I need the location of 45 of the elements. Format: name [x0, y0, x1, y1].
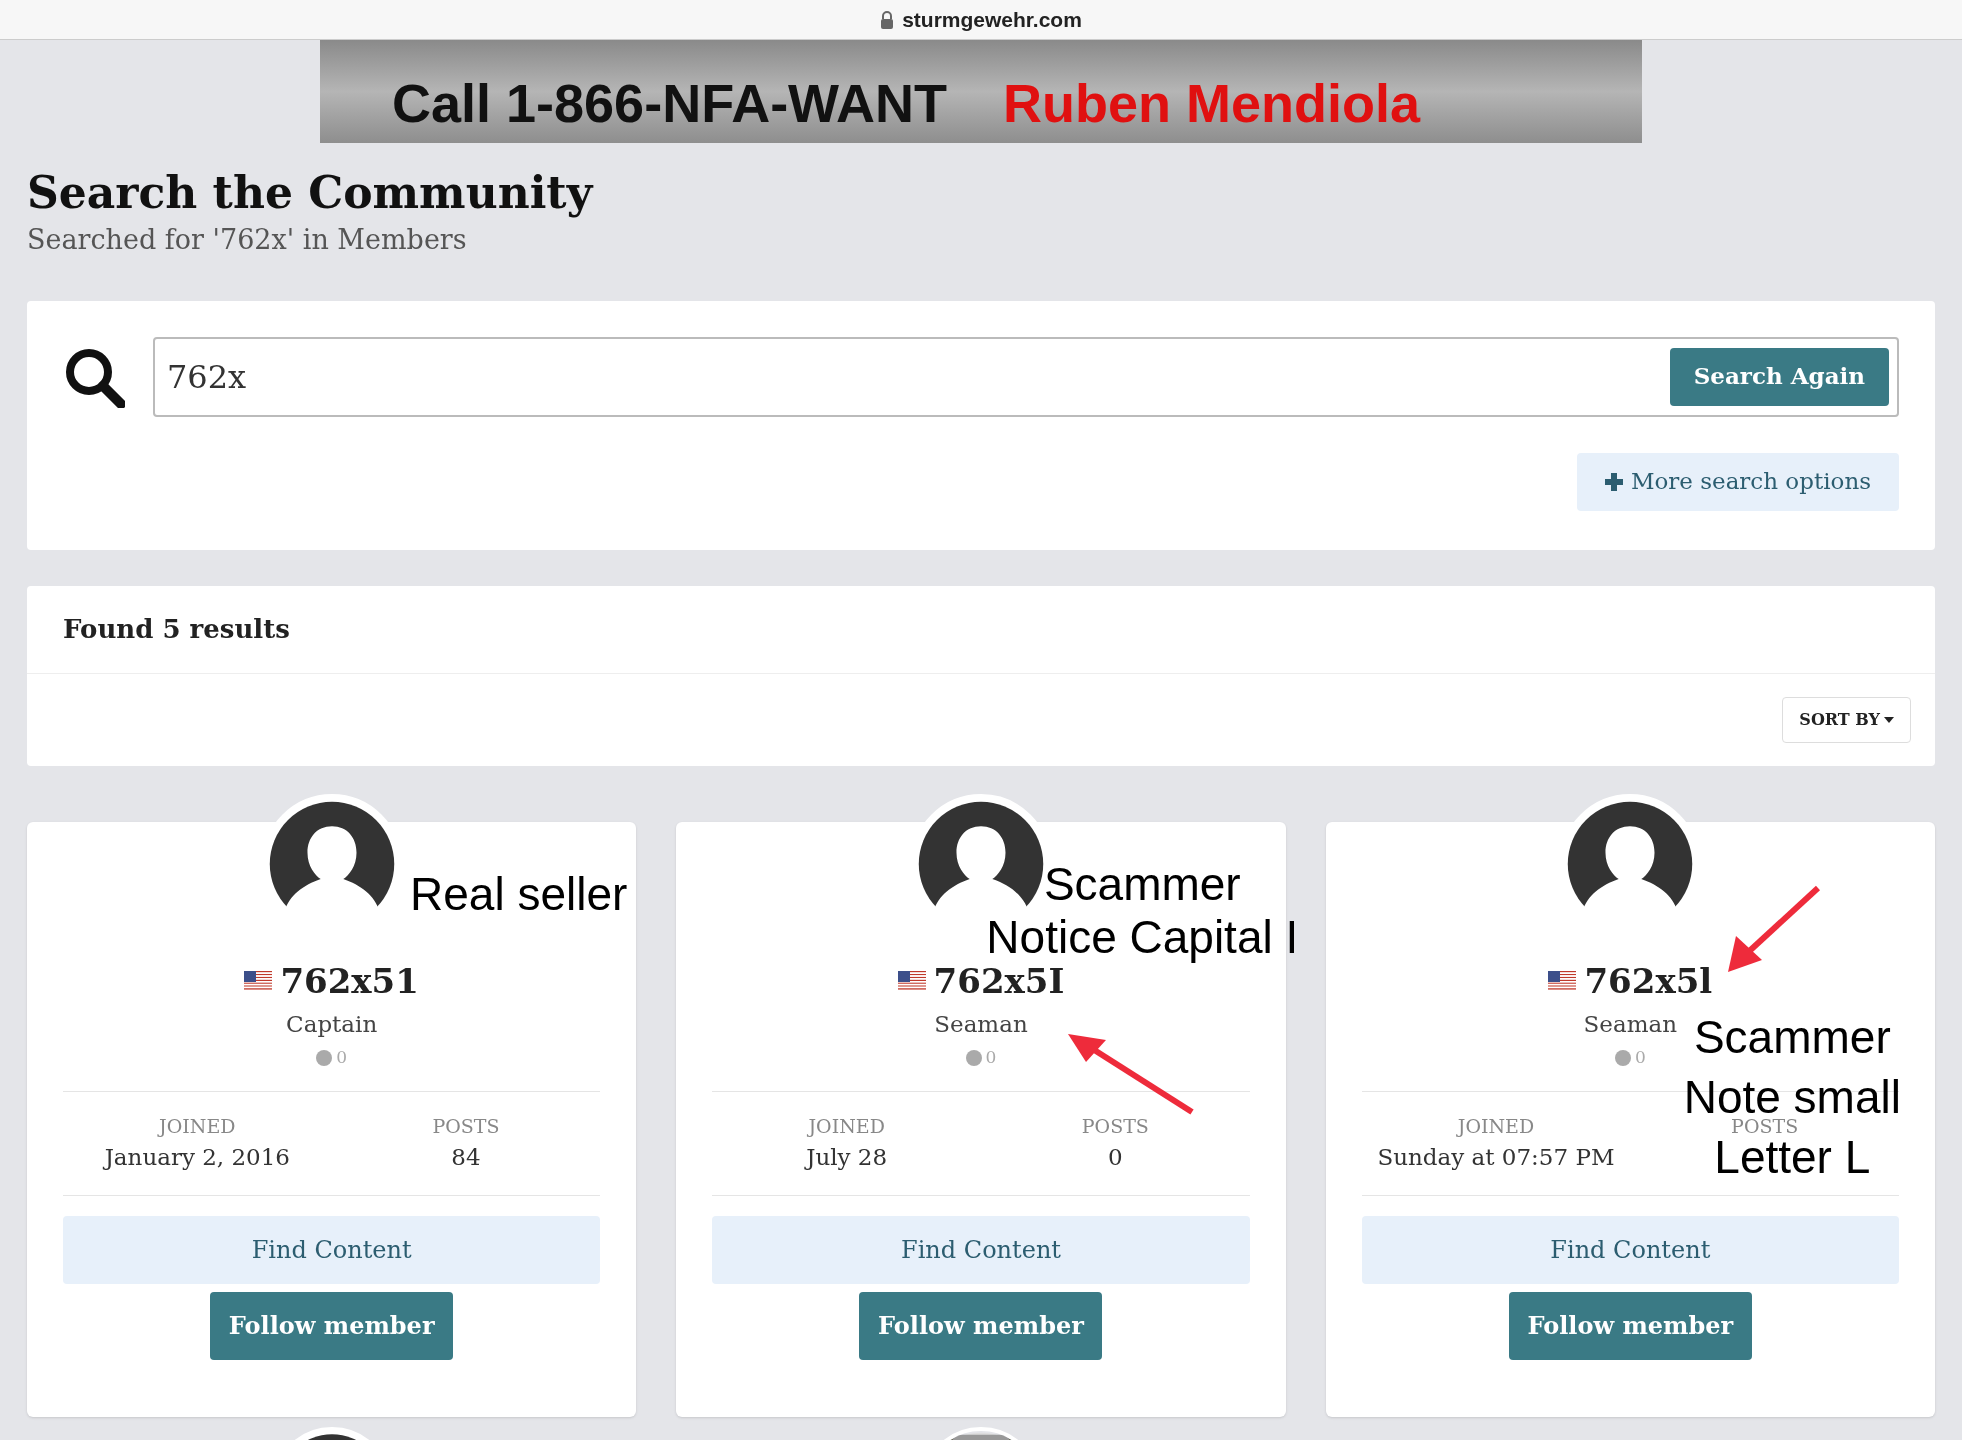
stat-label: POSTS [1081, 1113, 1149, 1139]
member-rank: Seaman [1583, 1009, 1678, 1039]
joined-date: July 28 [806, 1143, 888, 1172]
member-rank: Seaman [934, 1009, 1028, 1039]
joined-date: Sunday at 07:57 PM [1377, 1143, 1615, 1172]
sort-by-button[interactable]: SORT BY [1782, 696, 1911, 743]
flag-icon [897, 971, 926, 991]
flag-icon [244, 971, 273, 991]
results-heading: Found 5 results [63, 612, 290, 646]
post-count: 84 [451, 1143, 481, 1172]
reputation-count: 0 [985, 1046, 997, 1069]
stat-label: JOINED [808, 1113, 885, 1139]
annotation-text: Scammer [1043, 857, 1241, 911]
username-link[interactable]: 762x51 [280, 955, 419, 1007]
address-bar[interactable]: sturmgewehr.com [0, 0, 1962, 40]
annotation-text: Real seller [410, 867, 628, 921]
username-link[interactable]: 762x5l [1584, 955, 1713, 1007]
member-rank: Captain [286, 1009, 378, 1039]
advertisement-banner[interactable]: Call 1-866-NFA-WANT Ruben Mendiola [320, 40, 1642, 143]
follow-member-button[interactable]: Follow member [1508, 1291, 1752, 1360]
banner-name: Ruben Mendiola [1003, 72, 1421, 135]
find-content-button[interactable]: Find Content [1361, 1215, 1899, 1284]
search-again-button[interactable]: Search Again [1669, 347, 1889, 406]
caret-icon [1884, 716, 1894, 723]
find-content-button[interactable]: Find Content [712, 1215, 1250, 1284]
annotation-text: Scammer [1693, 1013, 1891, 1060]
banner-phone: Call 1-866-NFA-WANT [392, 72, 948, 135]
stat-label: JOINED [159, 1113, 236, 1139]
follow-member-button[interactable]: Follow member [210, 1291, 454, 1360]
plus-icon [1604, 472, 1623, 491]
page-subtitle: Searched for '762x' in Members [27, 223, 468, 257]
stat-label: POSTS [432, 1113, 500, 1139]
stat-label: JOINED [1457, 1113, 1535, 1139]
page-title: Search the Community [27, 166, 595, 220]
search-field[interactable]: 762x Search Again [153, 336, 1899, 417]
reputation-count: 0 [336, 1046, 348, 1069]
reputation-count: 0 [1634, 1046, 1646, 1069]
more-search-options-button[interactable]: More search options [1576, 452, 1899, 511]
joined-date: January 2, 2016 [104, 1143, 290, 1172]
url-text: sturmgewehr.com [902, 6, 1082, 33]
find-content-button[interactable]: Find Content [63, 1215, 601, 1284]
flag-icon [1548, 971, 1577, 991]
lock-icon [880, 10, 895, 29]
post-count: 0 [1108, 1143, 1123, 1172]
follow-member-button[interactable]: Follow member [859, 1291, 1103, 1360]
